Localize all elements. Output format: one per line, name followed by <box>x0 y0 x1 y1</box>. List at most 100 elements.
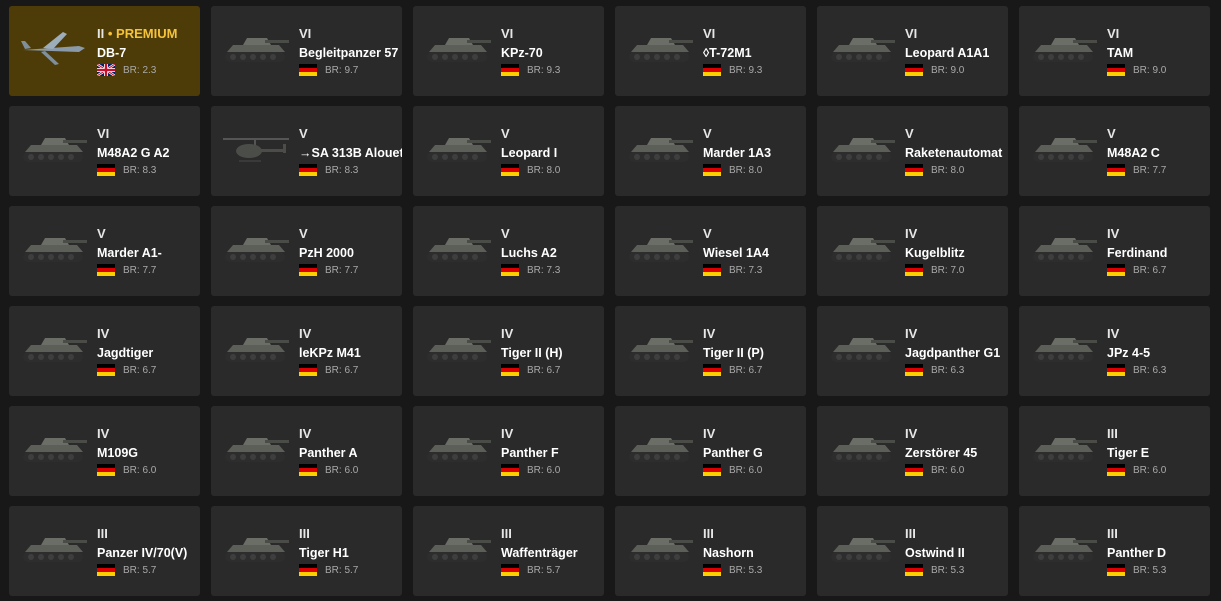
vehicle-card[interactable]: III Tiger E BR: 6.0 <box>1019 406 1210 496</box>
vehicle-name: Leopard A1A1 <box>905 46 990 60</box>
vehicle-name: M109G <box>97 446 138 460</box>
vehicle-rank-line: III <box>1107 526 1210 542</box>
vehicle-card[interactable]: IV Kugelblitz BR: 7.0 <box>817 206 1008 296</box>
battle-rating: BR: 8.3 <box>123 164 157 176</box>
vehicle-name: Luchs A2 <box>501 246 557 260</box>
vehicle-name: M48A2 G A2 <box>97 146 170 160</box>
vehicle-rank-line: IV <box>703 326 806 342</box>
vehicle-card[interactable]: VI M48A2 G A2 BR: 8.3 <box>9 106 200 196</box>
vehicle-rank: III <box>905 526 916 541</box>
vehicle-rank: III <box>299 526 310 541</box>
vehicle-rank: IV <box>299 326 312 341</box>
tank-icon <box>1029 528 1099 568</box>
vehicle-card[interactable]: IV Jagdtiger BR: 6.7 <box>9 306 200 396</box>
vehicle-card[interactable]: VI TAM BR: 9.0 <box>1019 6 1210 96</box>
vehicle-rank-line: IV <box>501 426 604 442</box>
germany-flag-icon <box>299 464 317 476</box>
vehicle-card[interactable]: V Luchs A2 BR: 7.3 <box>413 206 604 296</box>
vehicle-info: IV Panther A BR: 6.0 <box>299 426 402 477</box>
battle-rating: BR: 6.0 <box>1133 464 1167 476</box>
vehicle-card[interactable]: VI ◊T-72M1 BR: 9.3 <box>615 6 806 96</box>
vehicle-info: III Panzer IV/70(V) BR: 5.7 <box>97 526 200 577</box>
vehicle-card[interactable]: VI Begleitpanzer 57 BR: 9.7 <box>211 6 402 96</box>
vehicle-rank-line: VI <box>299 26 402 42</box>
vehicle-meta: BR: 7.7 <box>1107 163 1210 177</box>
vehicle-meta: BR: 8.0 <box>905 163 1008 177</box>
vehicle-rank-line: VI <box>1107 26 1210 42</box>
vehicle-card[interactable]: IV Zerstörer 45 BR: 6.0 <box>817 406 1008 496</box>
vehicle-card[interactable]: III Ostwind II BR: 5.3 <box>817 506 1008 596</box>
vehicle-name: Nashorn <box>703 546 754 560</box>
vehicle-rank-line: IV <box>905 226 1008 242</box>
vehicle-info: IV Jagdpanther G1 BR: 6.3 <box>905 326 1008 377</box>
vehicle-meta: BR: 9.3 <box>703 63 806 77</box>
tank-icon <box>423 128 493 168</box>
vehicle-rank: VI <box>299 26 312 41</box>
vehicle-rank-line: VI <box>703 26 806 42</box>
vehicle-name: Raketenautomat <box>905 146 1003 160</box>
vehicle-meta: BR: 9.3 <box>501 63 604 77</box>
tank-icon <box>423 28 493 68</box>
vehicle-info: IV Ferdinand BR: 6.7 <box>1107 226 1210 277</box>
vehicle-card[interactable]: IV Panther G BR: 6.0 <box>615 406 806 496</box>
vehicle-info: III Tiger E BR: 6.0 <box>1107 426 1210 477</box>
vehicle-rank: VI <box>97 126 110 141</box>
vehicle-card[interactable]: II • PREMIUM DB-7 BR: 2.3 <box>9 6 200 96</box>
vehicle-card[interactable]: V Raketenautomat BR: 8.0 <box>817 106 1008 196</box>
vehicle-name: Tiger H1 <box>299 546 349 560</box>
tank-icon <box>221 328 291 368</box>
battle-rating: BR: 9.3 <box>729 64 763 76</box>
tank-icon <box>625 128 695 168</box>
tank-icon <box>19 128 89 168</box>
tank-icon <box>221 228 291 268</box>
vehicle-info: VI M48A2 G A2 BR: 8.3 <box>97 126 200 177</box>
vehicle-card[interactable]: IV JPz 4-5 BR: 6.3 <box>1019 306 1210 396</box>
vehicle-card[interactable]: IV Tiger II (H) BR: 6.7 <box>413 306 604 396</box>
vehicle-card[interactable]: III Nashorn BR: 5.3 <box>615 506 806 596</box>
vehicle-card[interactable]: V →SA 313B Alouette BR: 8.3 <box>211 106 402 196</box>
vehicle-card[interactable]: V Wiesel 1A4 BR: 7.3 <box>615 206 806 296</box>
vehicle-card[interactable]: V Leopard I BR: 8.0 <box>413 106 604 196</box>
vehicle-rank: V <box>703 226 712 241</box>
germany-flag-icon <box>905 164 923 176</box>
vehicle-card[interactable]: V Marder 1A3 BR: 8.0 <box>615 106 806 196</box>
vehicle-card[interactable]: IV M109G BR: 6.0 <box>9 406 200 496</box>
vehicle-name: Leopard I <box>501 146 558 160</box>
vehicle-rank-line: V <box>1107 126 1210 142</box>
vehicle-name: Ostwind II <box>905 546 965 560</box>
vehicle-card[interactable]: IV Tiger II (P) BR: 6.7 <box>615 306 806 396</box>
vehicle-rank: III <box>703 526 714 541</box>
vehicle-card[interactable]: IV Jagdpanther G1 BR: 6.3 <box>817 306 1008 396</box>
vehicle-info: V Raketenautomat BR: 8.0 <box>905 126 1008 177</box>
vehicle-info: IV Panther G BR: 6.0 <box>703 426 806 477</box>
vehicle-card[interactable]: IV Panther F BR: 6.0 <box>413 406 604 496</box>
germany-flag-icon <box>501 264 519 276</box>
vehicle-card[interactable]: III Tiger H1 BR: 5.7 <box>211 506 402 596</box>
vehicle-rank: VI <box>905 26 918 41</box>
battle-rating: BR: 6.7 <box>325 364 359 376</box>
helicopter-icon <box>221 128 291 168</box>
vehicle-rank: III <box>1107 526 1118 541</box>
vehicle-card[interactable]: VI KPz-70 BR: 9.3 <box>413 6 604 96</box>
tank-icon <box>423 528 493 568</box>
tank-icon <box>19 428 89 468</box>
germany-flag-icon <box>703 64 721 76</box>
vehicle-rank: IV <box>1107 326 1120 341</box>
vehicle-card[interactable]: V Marder A1- BR: 7.7 <box>9 206 200 296</box>
vehicle-card[interactable]: IV Panther A BR: 6.0 <box>211 406 402 496</box>
vehicle-meta: BR: 6.0 <box>1107 463 1210 477</box>
vehicle-card[interactable]: III Panther D BR: 5.3 <box>1019 506 1210 596</box>
vehicle-card[interactable]: V M48A2 C BR: 7.7 <box>1019 106 1210 196</box>
vehicle-info: IV M109G BR: 6.0 <box>97 426 200 477</box>
germany-flag-icon <box>703 464 721 476</box>
vehicle-card[interactable]: III Waffenträger BR: 5.7 <box>413 506 604 596</box>
vehicle-card[interactable]: V PzH 2000 BR: 7.7 <box>211 206 402 296</box>
battle-rating: BR: 7.0 <box>931 264 965 276</box>
vehicle-info: II • PREMIUM DB-7 BR: 2.3 <box>97 26 200 77</box>
vehicle-card[interactable]: IV leKPz M41 BR: 6.7 <box>211 306 402 396</box>
vehicle-card[interactable]: IV Ferdinand BR: 6.7 <box>1019 206 1210 296</box>
vehicle-name: M48A2 C <box>1107 146 1160 160</box>
vehicle-card[interactable]: VI Leopard A1A1 BR: 9.0 <box>817 6 1008 96</box>
vehicle-card[interactable]: III Panzer IV/70(V) BR: 5.7 <box>9 506 200 596</box>
tank-icon <box>1029 228 1099 268</box>
